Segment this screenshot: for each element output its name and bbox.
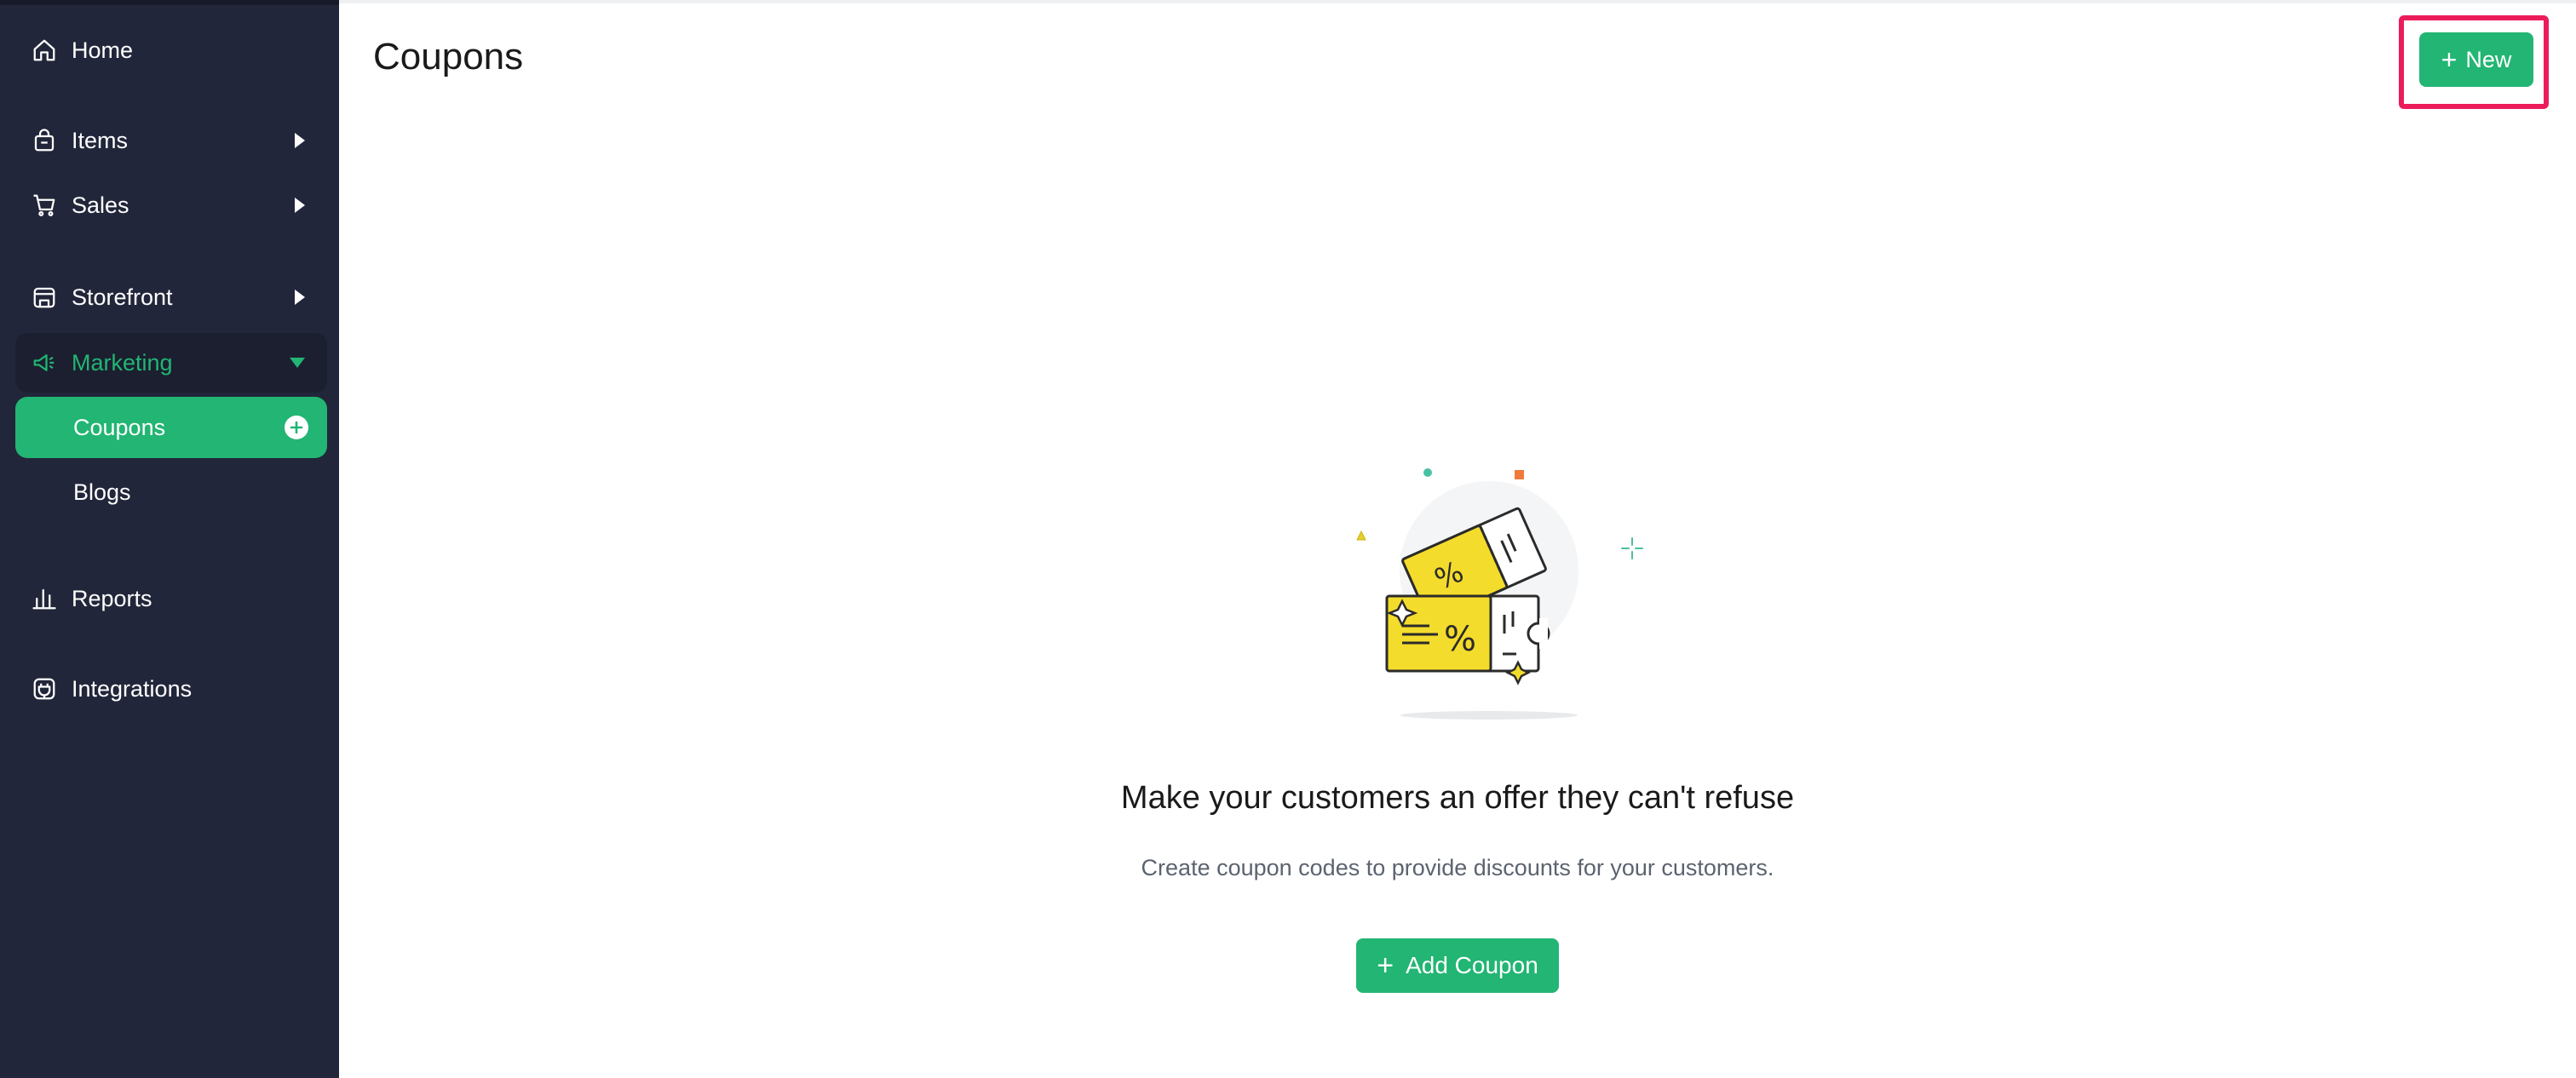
- illustration-shadow: [1400, 711, 1578, 720]
- caret-right-icon: [295, 198, 305, 213]
- front-ticket: %: [1385, 594, 1550, 685]
- add-coupon-icon[interactable]: [285, 416, 308, 439]
- svg-text:%: %: [1444, 620, 1476, 659]
- home-icon: [29, 35, 60, 66]
- sidebar-item-label: Reports: [72, 585, 152, 611]
- bar-chart-icon: [29, 583, 60, 614]
- page-title: Coupons: [373, 36, 524, 77]
- storefront-icon: [29, 282, 60, 313]
- sidebar-subitem-coupons[interactable]: Coupons: [15, 397, 327, 458]
- sidebar-top-border: [0, 0, 339, 5]
- confetti-sparkle: [1621, 537, 1643, 559]
- sidebar-item-label: Integrations: [72, 675, 193, 702]
- sidebar-item-reports[interactable]: Reports: [15, 569, 327, 628]
- sidebar-item-items[interactable]: Items: [15, 111, 327, 170]
- confetti-triangle: [1356, 530, 1366, 541]
- megaphone-icon: [29, 347, 60, 378]
- empty-state-subtext: Create coupon codes to provide discounts…: [1141, 855, 1774, 880]
- new-button-label: New: [2465, 46, 2512, 72]
- top-border: [339, 0, 2576, 3]
- sidebar-item-label: Sales: [72, 192, 129, 218]
- bag-icon: [29, 125, 60, 156]
- sidebar-subitem-label: Coupons: [73, 414, 166, 440]
- plus-icon: +: [1377, 949, 1394, 982]
- sidebar-item-marketing[interactable]: Marketing: [15, 333, 327, 393]
- main-content: Coupons + New % % Make your customers an…: [339, 0, 2576, 1078]
- caret-down-icon: [290, 358, 305, 368]
- sidebar-item-label: Home: [72, 37, 134, 63]
- sidebar-item-integrations[interactable]: Integrations: [15, 659, 327, 719]
- plus-icon: +: [2441, 44, 2458, 75]
- sidebar-subitem-label: Blogs: [73, 479, 131, 505]
- empty-state-heading: Make your customers an offer they can't …: [1120, 780, 1795, 816]
- cart-icon: [29, 190, 60, 221]
- sidebar-item-home[interactable]: Home: [15, 20, 327, 80]
- add-coupon-button-label: Add Coupon: [1406, 952, 1538, 978]
- sidebar-item-storefront[interactable]: Storefront: [15, 267, 327, 327]
- new-button[interactable]: + New: [2419, 32, 2533, 87]
- sidebar-item-label: Storefront: [72, 284, 173, 310]
- sidebar-item-sales[interactable]: Sales: [15, 175, 327, 235]
- coupon-tickets-illustration: % %: [1356, 468, 1643, 720]
- confetti-dot: [1423, 468, 1432, 477]
- add-coupon-button[interactable]: + Add Coupon: [1356, 938, 1559, 993]
- plug-icon: [29, 674, 60, 704]
- sidebar-item-label: Items: [72, 127, 129, 153]
- caret-right-icon: [295, 133, 305, 148]
- caret-right-icon: [295, 290, 305, 305]
- confetti-square: [1515, 470, 1524, 479]
- sidebar: Home Items Sales Storefront Marketing Co…: [0, 0, 339, 1078]
- sidebar-subitem-blogs[interactable]: Blogs: [15, 462, 327, 523]
- sidebar-item-label: Marketing: [72, 349, 173, 376]
